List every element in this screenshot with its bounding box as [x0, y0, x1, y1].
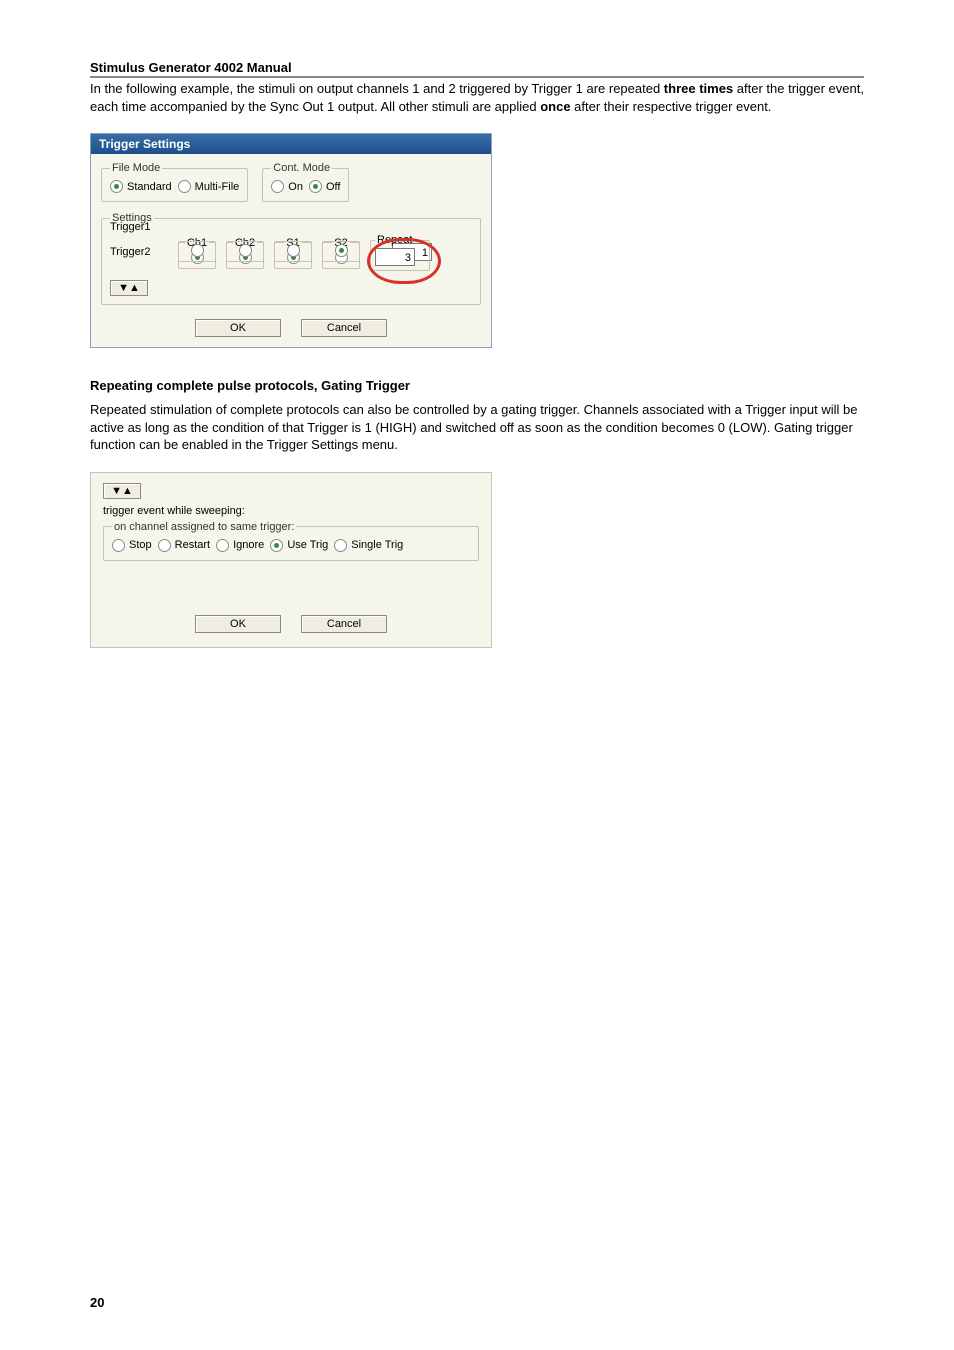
intro-bold-1: three times — [664, 81, 733, 96]
repeat-legend: Repeat — [375, 234, 414, 246]
intro-post: after their respective trigger event. — [571, 99, 772, 114]
expand-collapse-button[interactable]: ▼▲ — [110, 280, 148, 296]
cont-mode-group: Cont. Mode On Off — [262, 162, 349, 202]
radio-icon — [287, 244, 300, 257]
sweep-group: on channel assigned to same trigger: Sto… — [103, 521, 479, 561]
doc-header-title: Stimulus Generator 4002 Manual — [90, 60, 864, 78]
intro-pre: In the following example, the stimuli on… — [90, 81, 664, 96]
intro-bold-2: once — [540, 99, 570, 114]
radio-icon — [271, 180, 284, 193]
file-mode-multifile[interactable]: Multi-File — [178, 180, 240, 193]
sweep-opt-ignore[interactable]: Ignore — [216, 539, 264, 552]
sweep-opt-usetrig[interactable]: Use Trig — [270, 539, 328, 552]
sweep-dialog: ▼▲ trigger event while sweeping: on chan… — [90, 472, 492, 648]
expand-collapse-button[interactable]: ▼▲ — [103, 483, 141, 499]
row2-label: Trigger2 — [110, 246, 170, 258]
radio-icon — [335, 244, 348, 257]
cancel-button[interactable]: Cancel — [301, 615, 387, 633]
page-number: 20 — [90, 1295, 104, 1310]
row2-s2[interactable] — [322, 241, 360, 262]
radio-icon — [191, 244, 204, 257]
cont-mode-legend: Cont. Mode — [271, 162, 332, 174]
row2-s1[interactable] — [274, 241, 312, 262]
row2-ch2[interactable] — [226, 241, 264, 262]
radio-icon — [112, 539, 125, 552]
trigger-settings-dialog: Trigger Settings File Mode Standard Mult… — [90, 133, 492, 348]
cont-mode-on-label: On — [288, 181, 303, 193]
intro-paragraph: In the following example, the stimuli on… — [90, 80, 864, 115]
section-para-gating: Repeated stimulation of complete protoco… — [90, 401, 864, 454]
radio-icon — [110, 180, 123, 193]
cont-mode-off[interactable]: Off — [309, 180, 340, 193]
ok-button[interactable]: OK — [195, 319, 281, 337]
row1-label: Trigger1 — [110, 221, 170, 233]
sweep-opt-stop[interactable]: Stop — [112, 539, 152, 552]
sweep-opt-singletrig[interactable]: Single Trig — [334, 539, 403, 552]
settings-group: Settings Ch1 Ch2 S1 S2 — [101, 212, 481, 305]
radio-icon — [270, 539, 283, 552]
cancel-button[interactable]: Cancel — [301, 319, 387, 337]
file-mode-multifile-label: Multi-File — [195, 181, 240, 193]
section-heading-gating: Repeating complete pulse protocols, Gati… — [90, 378, 864, 393]
sweep-opt-restart-label: Restart — [175, 539, 210, 551]
radio-icon — [309, 180, 322, 193]
repeat-input-row1[interactable]: 3 — [375, 248, 415, 266]
radio-icon — [158, 539, 171, 552]
row2-ch1[interactable] — [178, 241, 216, 262]
radio-icon — [334, 539, 347, 552]
file-mode-standard-label: Standard — [127, 181, 172, 193]
radio-icon — [178, 180, 191, 193]
file-mode-legend: File Mode — [110, 162, 162, 174]
sweep-opt-usetrig-label: Use Trig — [287, 539, 328, 551]
sweep-opt-stop-label: Stop — [129, 539, 152, 551]
file-mode-group: File Mode Standard Multi-File — [101, 162, 248, 202]
sweep-opt-restart[interactable]: Restart — [158, 539, 210, 552]
radio-icon — [216, 539, 229, 552]
cont-mode-off-label: Off — [326, 181, 340, 193]
sweep-group-legend: on channel assigned to same trigger: — [112, 521, 296, 533]
cont-mode-on[interactable]: On — [271, 180, 303, 193]
dialog-titlebar: Trigger Settings — [91, 134, 491, 154]
sweep-opt-ignore-label: Ignore — [233, 539, 264, 551]
sweep-opt-singletrig-label: Single Trig — [351, 539, 403, 551]
ok-button[interactable]: OK — [195, 615, 281, 633]
repeat-group: Repeat 3 — [370, 234, 430, 271]
file-mode-standard[interactable]: Standard — [110, 180, 172, 193]
sweep-label: trigger event while sweeping: — [103, 505, 479, 517]
radio-icon — [239, 244, 252, 257]
